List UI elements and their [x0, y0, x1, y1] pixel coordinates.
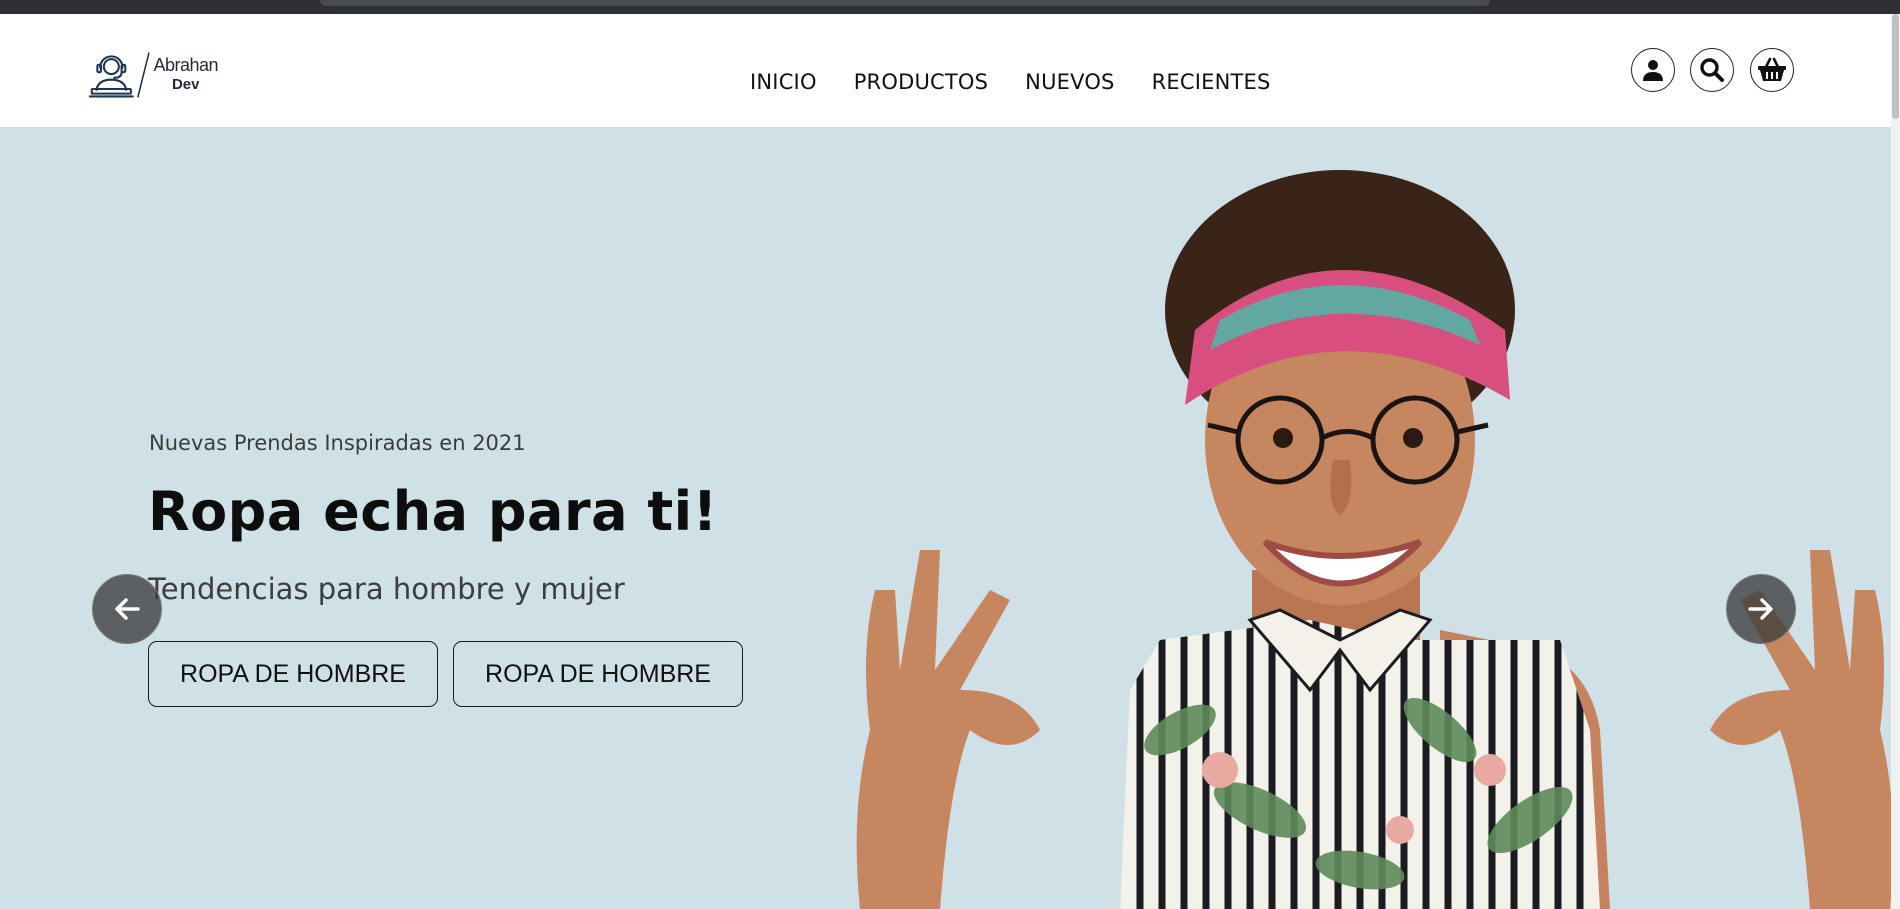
arrow-left-icon [115, 598, 140, 620]
arrow-right-icon [1748, 598, 1773, 620]
carousel-next-button[interactable] [1726, 574, 1796, 644]
brand-name: Abrahan Dev [153, 55, 218, 95]
scrollbar-thumb[interactable] [1892, 14, 1899, 119]
browser-tab-strip [320, 0, 1490, 6]
site-header: Abrahan Dev INICIO PRODUCTOS NUEVOS RECI… [0, 14, 1891, 127]
hero-title: Ropa echa para ti! [148, 480, 718, 543]
brand-logo[interactable]: Abrahan Dev [88, 40, 218, 110]
headset-person-icon [88, 55, 134, 98]
main-nav: INICIO PRODUCTOS NUEVOS RECIENTES [750, 70, 1271, 102]
logo-divider-slash [136, 52, 150, 98]
cart-button[interactable] [1750, 48, 1794, 92]
browser-top-bar [0, 0, 1900, 14]
hero-model-photo [856, 170, 1891, 909]
nav-item-recientes[interactable]: RECIENTES [1152, 70, 1271, 102]
basket-icon [1758, 57, 1786, 81]
men-clothing-button-2[interactable]: ROPA DE HOMBRE [453, 641, 743, 707]
men-clothing-button[interactable]: ROPA DE HOMBRE [148, 641, 438, 707]
search-button[interactable] [1690, 48, 1734, 92]
brand-name-line1: Abrahan [153, 55, 218, 75]
user-icon [1643, 60, 1663, 81]
search-icon [1700, 58, 1724, 82]
nav-item-productos[interactable]: PRODUCTOS [854, 70, 988, 102]
nav-item-inicio[interactable]: INICIO [750, 70, 817, 102]
brand-name-line2: Dev [171, 76, 200, 93]
account-button[interactable] [1631, 48, 1675, 92]
hero-kicker: Nuevas Prendas Inspiradas en 2021 [149, 431, 526, 455]
hero-subtitle: Tendencias para hombre y mujer [148, 572, 625, 606]
carousel-prev-button[interactable] [92, 574, 162, 644]
nav-item-nuevos[interactable]: NUEVOS [1025, 70, 1114, 102]
page-scrollbar[interactable] [1891, 14, 1900, 909]
